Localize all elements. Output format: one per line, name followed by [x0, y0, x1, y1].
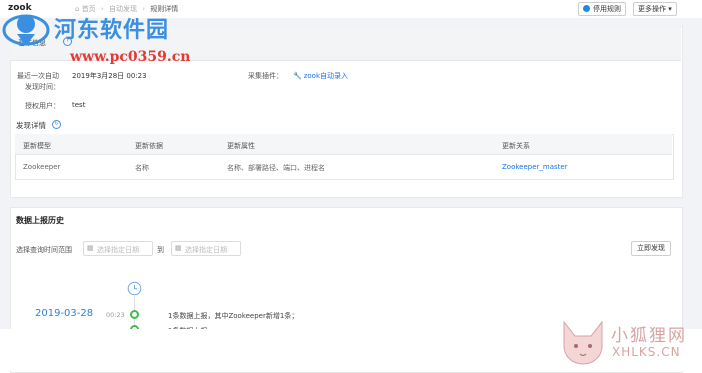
refresh-icon[interactable]: ↻	[52, 120, 61, 129]
watermark-site-url: www.pc0359.cn	[70, 49, 191, 65]
last-auto-value: 2019年3月28日 00:23	[72, 72, 147, 80]
plugin-link[interactable]: 🔧 zook自动录入	[293, 71, 348, 81]
discovery-detail-title: 发现详情	[16, 121, 46, 130]
column-header-relations: 更新关系	[502, 142, 530, 150]
chevron-down-icon: ▾	[668, 5, 672, 13]
plugin-value: zook自动录入	[303, 72, 349, 80]
table-cell-attributes: 名称、部署路径、端口、进程名	[227, 164, 325, 172]
watermark-logo	[2, 14, 50, 46]
date-to-input[interactable]: ▦ 选择指定日期	[171, 241, 241, 256]
wrench-icon: 🔧	[293, 72, 302, 80]
column-header-model: 更新模型	[23, 142, 51, 150]
watermark-fox-domain: XHLKS.CN	[612, 345, 681, 359]
found-time-label: 发现时间：	[25, 83, 60, 91]
watermark-fox-name: 小狐狸网	[611, 326, 687, 346]
timeline-entry-text: 1条数据上报，其中Zookeeper新增1条；	[168, 312, 299, 320]
clock-icon	[127, 281, 142, 296]
table-cell-model: Zookeeper	[23, 163, 61, 171]
column-header-basis: 更新依据	[135, 142, 163, 150]
timeline-dot	[130, 310, 139, 319]
timeline-time: 00:23	[106, 311, 125, 319]
disable-rule-label: 停用规则	[593, 5, 621, 13]
column-header-attributes: 更新属性	[227, 142, 255, 150]
date-from-input[interactable]: ▦ 选择指定日期	[83, 241, 153, 256]
more-actions-button[interactable]: 更多操作 ▾	[633, 2, 677, 16]
date-from-placeholder: 选择指定日期	[97, 246, 139, 254]
status-dot-icon	[583, 5, 590, 12]
calendar-icon: ▦	[175, 244, 182, 252]
fox-logo	[563, 320, 603, 365]
time-range-label: 选择查询时间范围	[16, 246, 72, 254]
watermark-site-name: 河东软件园	[54, 18, 170, 43]
last-auto-label: 最近一次自动	[17, 72, 59, 80]
auth-user-label: 授权用户：	[25, 102, 60, 110]
plugin-label: 采集插件：	[248, 72, 283, 80]
table-header	[15, 134, 672, 155]
report-history-title: 数据上报历史	[16, 216, 64, 225]
table-cell-relation-link[interactable]: Zookeeper_master	[502, 163, 568, 171]
date-to-placeholder: 选择指定日期	[185, 246, 227, 254]
to-label: 到	[157, 246, 164, 254]
discover-now-button[interactable]: 立即发现	[631, 241, 671, 256]
auth-user-value: test	[72, 101, 86, 109]
more-actions-label: 更多操作	[638, 5, 666, 13]
calendar-icon: ▦	[87, 244, 94, 252]
disable-rule-button[interactable]: 停用规则	[578, 2, 626, 16]
timeline-date: 2019-03-28	[35, 308, 94, 319]
table-cell-basis: 名称	[135, 164, 149, 172]
